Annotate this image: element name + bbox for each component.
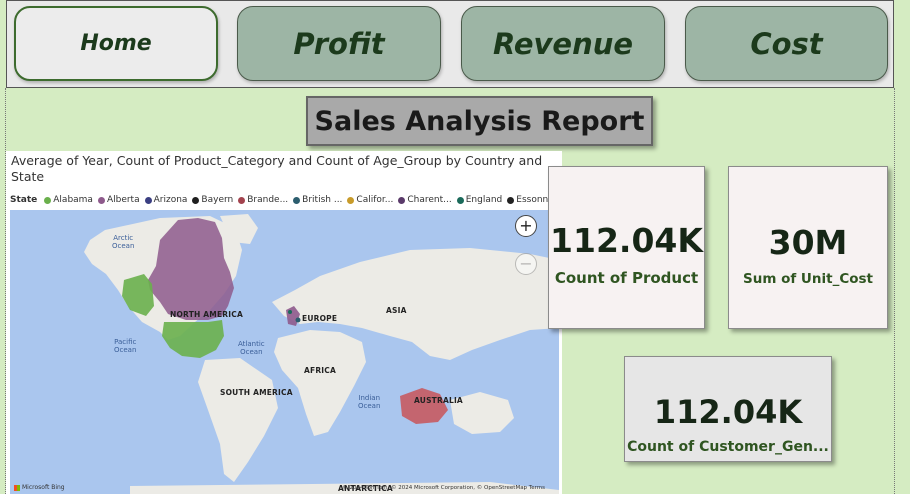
legend-item[interactable]: British ... xyxy=(293,195,342,205)
legend-item-label: Brande... xyxy=(247,195,289,205)
legend-dot-icon xyxy=(507,196,515,204)
south-america-label: SOUTH AMERICA xyxy=(220,388,293,397)
legend-item[interactable]: Alabama xyxy=(44,195,93,205)
africa-label: AFRICA xyxy=(304,366,337,375)
legend-item[interactable]: Califor... xyxy=(347,195,393,205)
pacific-ocean-label: Pacific Ocean xyxy=(114,338,137,354)
legend-dot-icon xyxy=(238,196,246,204)
legend-item-label: Alberta xyxy=(106,195,140,205)
legend-item[interactable]: England xyxy=(456,195,503,205)
arctic-ocean-label: Arctic Ocean xyxy=(112,234,135,250)
legend-dot-icon xyxy=(456,196,464,204)
usa-highlight xyxy=(162,320,224,358)
legend-dot-icon xyxy=(192,196,200,204)
map-provider-text: Microsoft Bing xyxy=(22,484,65,491)
south-america-landmass xyxy=(198,358,278,482)
microsoft-logo-icon xyxy=(14,484,20,491)
count-product-label: Count of Product xyxy=(554,269,699,287)
legend-dot-icon xyxy=(97,196,105,204)
legend-dot-icon xyxy=(293,196,301,204)
map-visual[interactable]: Average of Year, Count of Product_Catego… xyxy=(6,151,562,494)
legend-item[interactable]: Charent... xyxy=(398,195,452,205)
legend-item-label: Califor... xyxy=(356,195,394,205)
legend-item-label: England xyxy=(465,195,503,205)
zoom-out-button[interactable]: − xyxy=(515,253,537,275)
legend-item-label: British ... xyxy=(302,195,343,205)
england-marker xyxy=(288,310,292,314)
legend-item-label: Charent... xyxy=(407,195,452,205)
legend-item[interactable]: Essonne xyxy=(507,195,554,205)
cost-button[interactable]: Cost xyxy=(685,6,888,81)
legend-item[interactable]: Brande... xyxy=(238,195,288,205)
count-customer-gender-card[interactable]: 112.04K Count of Customer_Gen... xyxy=(624,356,832,462)
australia-highlight xyxy=(400,388,448,424)
legend-dot-icon xyxy=(398,196,406,204)
map-legend: State Alabama Alberta Arizona Bayern Brande.… xyxy=(10,193,560,207)
atlantic-ocean-label: Atlantic Ocean xyxy=(238,340,265,356)
asia-label: ASIA xyxy=(386,306,407,315)
map-copyright: © 2024 TomTom, © 2024 Microsoft Corporat… xyxy=(342,485,545,491)
europe-label: EUROPE xyxy=(302,314,338,323)
zoom-in-button[interactable]: + xyxy=(515,215,537,237)
legend-item[interactable]: Arizona xyxy=(144,195,188,205)
sum-unit-cost-value: 30M xyxy=(768,223,848,262)
legend-item-label: Alabama xyxy=(53,195,93,205)
legend-item-label: Bayern xyxy=(201,195,234,205)
bing-logo: Microsoft Bing xyxy=(14,484,65,491)
home-button[interactable]: Home xyxy=(14,6,218,81)
legend-dot-icon xyxy=(347,196,355,204)
world-map-graphic xyxy=(84,214,559,494)
legend-dot-icon xyxy=(144,196,152,204)
legend-item-label: Arizona xyxy=(153,195,188,205)
legend-dot-icon xyxy=(44,196,52,204)
navigation-bar: Home Profit Revenue Cost xyxy=(6,0,894,88)
map-canvas[interactable]: Arctic Ocean Pacific Ocean Atlantic Ocea… xyxy=(10,210,559,494)
revenue-button[interactable]: Revenue xyxy=(461,6,665,81)
count-product-card[interactable]: 112.04K Count of Product xyxy=(548,166,705,329)
africa-landmass xyxy=(274,330,366,436)
sum-unit-cost-card[interactable]: 30M Sum of Unit_Cost xyxy=(728,166,888,329)
profit-button[interactable]: Profit xyxy=(237,6,441,81)
map-title: Average of Year, Count of Product_Catego… xyxy=(11,153,543,184)
legend-item[interactable]: Bayern xyxy=(192,195,233,205)
legend-title: State xyxy=(10,195,38,205)
legend-item[interactable]: Alberta xyxy=(97,195,140,205)
count-product-value: 112.04K xyxy=(550,221,703,260)
count-customer-gender-value: 112.04K xyxy=(653,393,803,431)
europe-marker xyxy=(295,317,301,323)
north-america-label: NORTH AMERICA xyxy=(170,310,243,319)
report-title: Sales Analysis Report xyxy=(306,96,653,146)
count-customer-gender-label: Count of Customer_Gen... xyxy=(627,439,829,455)
sum-unit-cost-label: Sum of Unit_Cost xyxy=(742,271,874,287)
indian-ocean-label: Indian Ocean xyxy=(358,394,381,410)
australia-label: AUSTRALIA xyxy=(414,396,463,405)
